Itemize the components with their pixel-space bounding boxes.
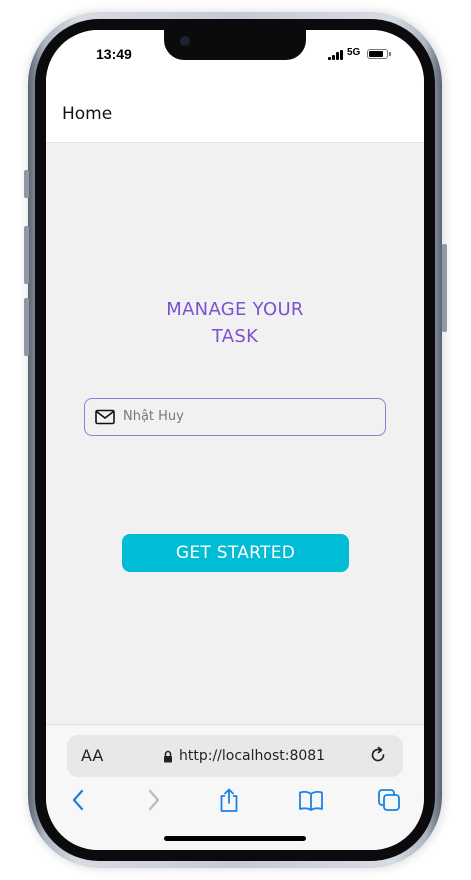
signal-bar xyxy=(328,57,331,60)
forward-icon[interactable] xyxy=(140,787,166,813)
camera xyxy=(180,36,190,46)
name-input[interactable] xyxy=(123,399,373,434)
battery-level xyxy=(369,51,384,57)
status-time: 13:49 xyxy=(96,46,132,62)
signal-icon xyxy=(328,50,344,60)
address-bar[interactable]: AA http://localhost:8081 xyxy=(67,735,403,777)
signal-bar xyxy=(340,50,343,60)
power-button xyxy=(442,244,447,332)
tabs-icon[interactable] xyxy=(376,787,402,813)
volume-up-button xyxy=(24,226,29,284)
phone-screen: 13:49 5G Home MANAGE YOUR TASK GET START… xyxy=(46,30,424,850)
page-title: Home xyxy=(62,104,113,124)
headline-line-2: TASK xyxy=(211,326,259,347)
app-header: Home xyxy=(46,80,424,143)
lock-icon xyxy=(164,750,172,763)
name-field[interactable] xyxy=(84,398,386,436)
reload-icon[interactable] xyxy=(368,745,388,765)
signal-bar xyxy=(336,52,339,60)
share-icon[interactable] xyxy=(216,787,242,813)
get-started-button[interactable]: GET STARTED xyxy=(122,534,349,572)
home-indicator xyxy=(164,836,306,841)
browser-toolbar: AA http://localhost:8081 xyxy=(46,724,424,850)
battery-icon xyxy=(367,49,391,59)
text-size-button[interactable]: AA xyxy=(81,746,103,765)
back-icon[interactable] xyxy=(66,787,92,813)
headline: MANAGE YOUR TASK xyxy=(135,296,335,350)
volume-down-button xyxy=(24,298,29,356)
headline-line-1: MANAGE YOUR xyxy=(166,299,304,320)
network-type: 5G xyxy=(347,47,361,58)
mute-switch xyxy=(24,170,29,198)
url-text: http://localhost:8081 xyxy=(179,748,326,764)
mail-icon xyxy=(95,409,115,425)
bookmarks-icon[interactable] xyxy=(298,787,324,813)
signal-bar xyxy=(332,54,335,60)
